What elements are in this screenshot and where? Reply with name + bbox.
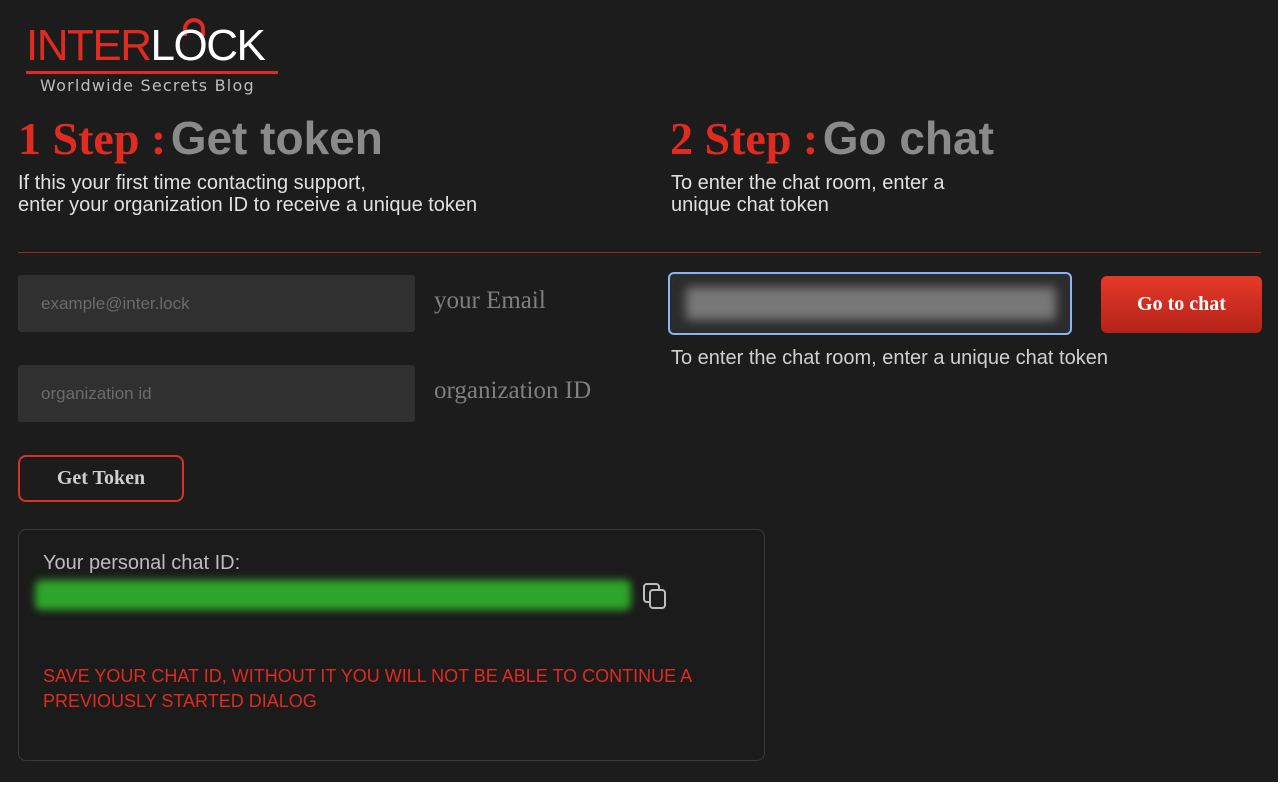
step-1-description: If this your first time contacting suppo… [18, 172, 477, 216]
step-1-description-line: If this your first time contacting suppo… [18, 172, 366, 194]
section-divider [18, 252, 1261, 253]
email-input[interactable] [18, 275, 415, 332]
step-2-heading: 2 Step : Go chat [670, 112, 994, 176]
interlock-logo: INTERLOCK Worldwide Secrets Blog [26, 18, 286, 98]
step-2-description-line: unique chat token [671, 194, 829, 216]
save-chat-id-warning: SAVE YOUR CHAT ID, WITHOUT IT YOU WILL N… [43, 666, 692, 711]
chat-token-hint: To enter the chat room, enter a unique c… [671, 347, 1108, 369]
step-1-heading: 1 Step : Get token [18, 112, 383, 176]
get-token-button[interactable]: Get Token [18, 455, 184, 502]
step-2-number: 2 Step : [670, 113, 819, 164]
logo-text-lock: LOCK [150, 21, 266, 70]
page: INTERLOCK Worldwide Secrets Blog 1 Step … [0, 0, 1278, 782]
organization-id-input[interactable] [18, 365, 415, 422]
chat-token-input[interactable] [668, 272, 1072, 335]
chat-id-label: Your personal chat ID: [43, 552, 241, 574]
chat-id-panel: Your personal chat ID: SAVE YOUR CHAT ID… [18, 529, 765, 761]
copy-icon[interactable] [642, 582, 668, 610]
step-1-title: Get token [170, 112, 383, 164]
logo-wordmark: INTERLOCK [26, 21, 266, 70]
chat-id-value-redacted [35, 580, 631, 610]
logo-underline [26, 71, 278, 74]
logo-tagline: Worldwide Secrets Blog [40, 76, 255, 95]
step-2-description: To enter the chat room, enter a unique c… [671, 172, 945, 216]
chat-token-value-redacted [686, 287, 1056, 320]
go-to-chat-button[interactable]: Go to chat [1101, 276, 1262, 333]
logo-text-inter: INTER [26, 21, 152, 70]
step-1-number: 1 Step : [18, 113, 167, 164]
organization-id-label: organization ID [434, 377, 592, 404]
step-2-description-line: To enter the chat room, enter a [671, 172, 945, 194]
email-label: your Email [434, 287, 546, 314]
step-2-title: Go chat [822, 112, 994, 164]
step-1-description-line: enter your organization ID to receive a … [18, 194, 478, 216]
